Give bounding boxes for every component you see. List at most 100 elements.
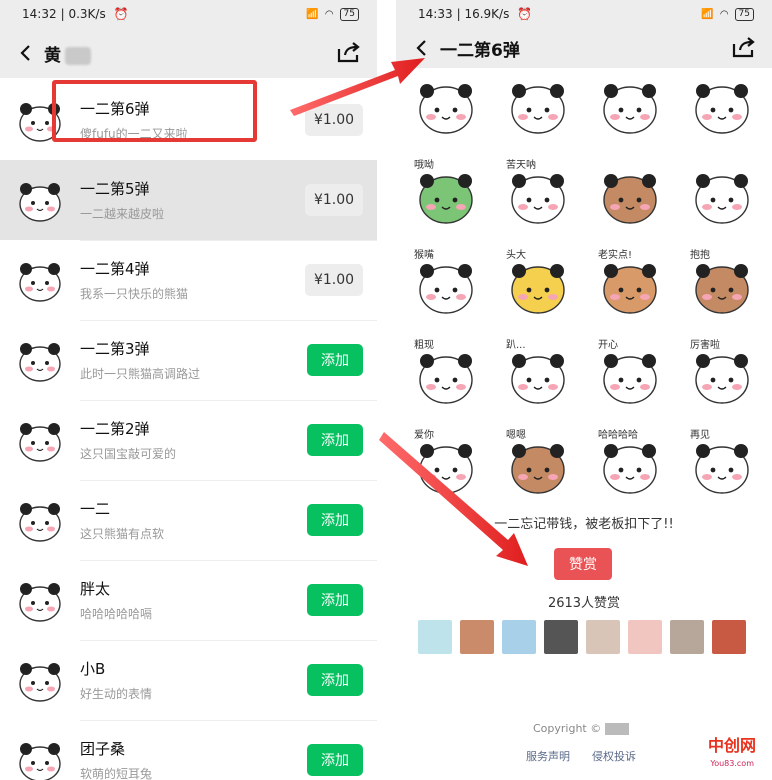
sticker-pack-row[interactable]: 胖太哈哈哈哈哈嗝 添加: [0, 560, 377, 640]
share-button[interactable]: [337, 41, 363, 65]
avatar[interactable]: [670, 620, 704, 654]
sticker-caption: 猴嘴: [414, 250, 434, 261]
sticker-item[interactable]: 粗现: [410, 340, 482, 412]
price-button[interactable]: ¥1.00: [305, 184, 363, 216]
sticker-pack-thumbnail: [12, 252, 68, 308]
status-time: 14:33: [418, 7, 453, 21]
status-bar: 14:33 | 16.9K/s ⏰ 📶 ◠ 75: [396, 0, 772, 28]
sticker-caption: 抱抱: [690, 250, 710, 261]
wifi-icon: ◠: [324, 8, 334, 20]
sticker-pack-row[interactable]: 一二这只熊猫有点软 添加: [0, 480, 377, 560]
add-button[interactable]: 添加: [307, 424, 363, 456]
sticker-pack-title: 团子桑: [80, 740, 126, 758]
back-button[interactable]: [14, 42, 36, 64]
signal-icon: 📶: [306, 8, 319, 20]
sticker-item[interactable]: 开心: [594, 340, 666, 412]
infringement-report-link[interactable]: 侵权投诉: [592, 748, 636, 764]
blurred-name: [65, 46, 91, 65]
price-button[interactable]: ¥1.00: [305, 264, 363, 296]
add-button[interactable]: 添加: [307, 504, 363, 536]
title-bar: 一二第6弹: [396, 28, 772, 68]
avatar[interactable]: [502, 620, 536, 654]
sticker-pack-row[interactable]: 小B 好生动的表情 添加: [0, 640, 377, 720]
price-button[interactable]: ¥1.00: [305, 104, 363, 136]
add-button[interactable]: 添加: [307, 664, 363, 696]
reward-button[interactable]: 赞赏: [554, 548, 612, 580]
author-message: 一二忘记带钱，被老板扣下了!!: [494, 517, 674, 532]
sticker-caption: 苦天呐: [506, 160, 536, 171]
sticker-item[interactable]: 头大: [502, 250, 574, 322]
sticker-pack-row[interactable]: 一二第2弹 这只国宝敲可爱的 添加: [0, 400, 377, 480]
sticker-pack-subtitle: 这只熊猫有点软: [80, 527, 165, 541]
sticker-pack-subtitle: 一二越来越皮啦: [80, 207, 165, 221]
sticker-item[interactable]: [686, 160, 758, 232]
sticker-item[interactable]: 哈哈哈哈: [594, 430, 666, 502]
separator: [377, 0, 396, 780]
title-bar: 黄: [0, 28, 377, 78]
sticker-list-screen: 14:32 | 0.3K/s ⏰ 📶 ◠ 75 黄 一二第6弹 傻fufu的一二又来…: [0, 0, 377, 780]
sticker-caption: 厉害啦: [690, 340, 720, 351]
add-button[interactable]: 添加: [307, 744, 363, 776]
alarm-icon: ⏰: [517, 7, 533, 21]
sticker-detail-screen: 14:33 | 16.9K/s ⏰ 📶 ◠ 75 一二第6弹 哦呦 苦天呐猴嘴 头大 老…: [396, 0, 772, 780]
sticker-item[interactable]: [410, 70, 482, 142]
avatar[interactable]: [712, 620, 746, 654]
sticker-item[interactable]: 老实点!: [594, 250, 666, 322]
sticker-pack-thumbnail: [12, 412, 68, 468]
status-time: 14:32: [22, 7, 57, 21]
avatar[interactable]: [544, 620, 578, 654]
sticker-caption: 嗯嗯: [506, 430, 526, 441]
battery-icon: 75: [734, 7, 754, 21]
sticker-item[interactable]: [594, 160, 666, 232]
sticker-pack-thumbnail: [12, 652, 68, 708]
sticker-item[interactable]: [502, 70, 574, 142]
status-bar: 14:32 | 0.3K/s ⏰ 📶 ◠ 75: [0, 0, 377, 28]
add-button[interactable]: 添加: [307, 344, 363, 376]
service-terms-link[interactable]: 服务声明: [526, 748, 570, 764]
sticker-pack-thumbnail: [12, 572, 68, 628]
avatar[interactable]: [460, 620, 494, 654]
avatar[interactable]: [586, 620, 620, 654]
signal-icon: 📶: [701, 8, 714, 20]
sticker-item[interactable]: 再见: [686, 430, 758, 502]
watermark-logo: 中创网 You83.com: [682, 734, 766, 774]
sticker-caption: 头大: [506, 250, 526, 261]
avatar[interactable]: [628, 620, 662, 654]
sticker-pack-row[interactable]: 一二第3弹 此时一只熊猫高调路过 添加: [0, 320, 377, 400]
reward-count: 2613人赞赏: [547, 596, 621, 611]
sticker-caption: 开心: [598, 340, 618, 351]
sticker-caption: 趴...: [506, 340, 526, 351]
sticker-pack-subtitle: 软萌的短耳兔: [80, 767, 153, 780]
add-button[interactable]: 添加: [307, 584, 363, 616]
page-title: 一二第6弹: [440, 40, 520, 61]
sticker-pack-title: 一二第3弹: [80, 340, 150, 358]
rewarder-avatars: [418, 620, 746, 654]
sticker-pack-title: 一二第5弹: [80, 180, 150, 198]
sticker-item[interactable]: 抱抱: [686, 250, 758, 322]
sticker-item[interactable]: 趴...: [502, 340, 574, 412]
sticker-item[interactable]: 嗯嗯: [502, 430, 574, 502]
sticker-item[interactable]: 哦呦: [410, 160, 482, 232]
sticker-pack-subtitle: 哈哈哈哈哈嗝: [80, 607, 153, 621]
sticker-pack-title: 一二第2弹: [80, 420, 150, 438]
sticker-pack-row[interactable]: 团子桑软萌的短耳兔 添加: [0, 720, 377, 780]
sticker-pack-row[interactable]: 一二第5弹一二越来越皮啦 ¥1.00: [0, 160, 377, 240]
avatar[interactable]: [418, 620, 452, 654]
sticker-pack-title: 小B: [80, 660, 106, 678]
sticker-item[interactable]: 厉害啦: [686, 340, 758, 412]
footer-links: 服务声明 侵权投诉: [526, 748, 636, 764]
sticker-caption: 老实点!: [598, 250, 633, 261]
sticker-item[interactable]: [686, 70, 758, 142]
sticker-pack-thumbnail: [12, 492, 68, 548]
sticker-item[interactable]: 苦天呐: [502, 160, 574, 232]
back-button[interactable]: [410, 37, 432, 59]
sticker-item[interactable]: 猴嘴: [410, 250, 482, 322]
share-button[interactable]: [732, 36, 758, 60]
sticker-item[interactable]: 爱你: [410, 430, 482, 502]
sticker-pack-title: 一二: [80, 500, 111, 518]
sticker-caption: 粗现: [414, 340, 434, 351]
sticker-item[interactable]: [594, 70, 666, 142]
sticker-pack-row[interactable]: 一二第4弹 我系一只快乐的熊猫 ¥1.00: [0, 240, 377, 320]
sticker-pack-title: 胖太: [80, 580, 111, 598]
sticker-pack-title: 一二第4弹: [80, 260, 150, 278]
